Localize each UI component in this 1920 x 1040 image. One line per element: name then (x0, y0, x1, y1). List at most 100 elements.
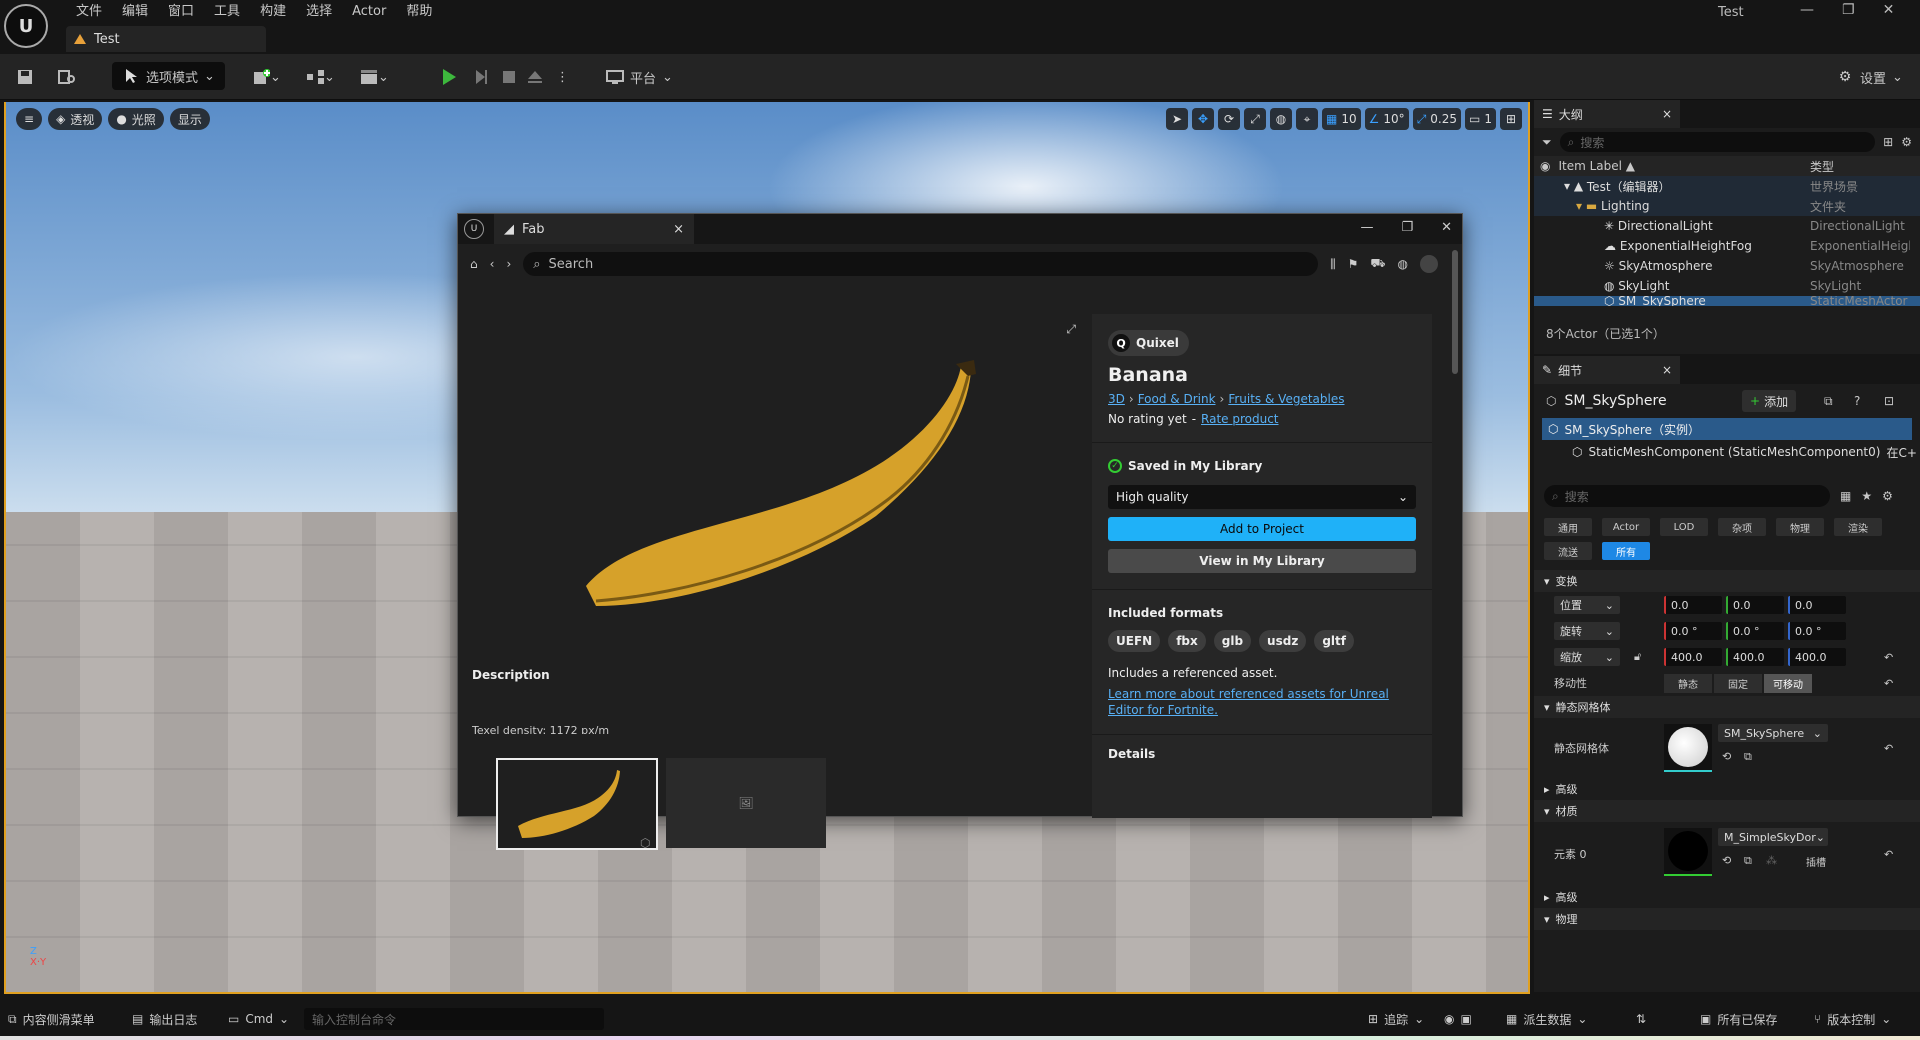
reset-icon[interactable]: ↶ (1884, 677, 1893, 690)
location-z[interactable]: 0.0 (1788, 596, 1846, 614)
eject-button[interactable] (526, 65, 544, 89)
rotation-snap-button[interactable]: ∠ 10° (1364, 108, 1409, 130)
unreal-logo-icon[interactable]: U (4, 4, 48, 48)
back-icon[interactable]: ‹ (490, 257, 495, 271)
output-log-button[interactable]: ▤ 输出日志 (132, 1008, 197, 1030)
menu-select[interactable]: 选择 (296, 2, 342, 22)
reset-icon[interactable]: ↶ (1884, 742, 1893, 755)
add-folder-icon[interactable]: ⊞ (1883, 135, 1893, 149)
project-tab[interactable]: Test (66, 26, 266, 52)
scale-y[interactable]: 400.0 (1726, 648, 1784, 666)
save-all-button[interactable]: ▣ 所有已保存 (1700, 1008, 1777, 1030)
browse-icon[interactable]: ⟲ (1722, 750, 1731, 763)
component-row[interactable]: ⬡ StaticMeshComponent (StaticMeshComponen… (1534, 440, 1920, 464)
scale-z[interactable]: 400.0 (1788, 648, 1846, 666)
format-chip[interactable]: glb (1213, 630, 1252, 652)
fab-tab[interactable]: ◢ Fab × (494, 214, 694, 244)
forward-icon[interactable]: › (506, 257, 511, 271)
play-button[interactable] (440, 65, 458, 89)
thumbnail-banana[interactable] (496, 758, 658, 850)
browse-button[interactable] (58, 65, 76, 89)
close-tab-button[interactable]: × (673, 222, 684, 237)
close-window-button[interactable]: ✕ (1883, 2, 1895, 18)
table-icon[interactable]: ▦ (1840, 489, 1851, 503)
eye-icon[interactable]: ◉ (1540, 159, 1550, 173)
cmd-dropdown[interactable]: ▭ Cmd ⌄ (228, 1008, 289, 1030)
expand-icon[interactable]: ⤢ (1066, 322, 1076, 337)
filter-tab-physics[interactable]: 物理 (1776, 518, 1824, 536)
browse-icon[interactable]: ⟲ (1722, 854, 1731, 867)
record-button[interactable]: ◉ ▣ (1444, 1008, 1472, 1030)
tree-row[interactable]: ▾ ▲ Test（编辑器） 世界场景 (1534, 176, 1920, 196)
close-tab-button[interactable]: × (1662, 107, 1672, 121)
location-y[interactable]: 0.0 (1726, 596, 1784, 614)
lock-icon[interactable]: 🔓︎ (1634, 650, 1641, 664)
menu-tools[interactable]: 工具 (204, 2, 250, 22)
mesh-thumbnail[interactable] (1664, 724, 1712, 772)
material-thumbnail[interactable] (1664, 828, 1712, 876)
perspective-button[interactable]: ◈ 透视 (48, 108, 103, 130)
transform-section-header[interactable]: ▾ 变换 (1534, 570, 1920, 592)
menu-window[interactable]: 窗口 (158, 2, 204, 22)
translate-tool[interactable]: ✥ (1192, 108, 1215, 130)
mobility-movable[interactable]: 可移动 (1764, 673, 1812, 693)
physics-section-header[interactable]: ▾ 物理 (1534, 908, 1920, 930)
show-button[interactable]: 显示 (169, 108, 210, 130)
location-x[interactable]: 0.0 (1664, 596, 1722, 614)
add-actor-button[interactable]: ⌄ (252, 65, 281, 89)
mobility-stationary[interactable]: 固定 (1714, 673, 1762, 693)
source-control-button[interactable]: ⑂ 版本控制 ⌄ (1814, 1008, 1891, 1030)
details-tab[interactable]: ✎ 细节 × (1534, 356, 1680, 384)
fab-scrollbar[interactable] (1452, 250, 1458, 374)
rotation-y[interactable]: 0.0 ° (1726, 622, 1784, 640)
referenced-asset-link[interactable]: Learn more about referenced assets for U… (1108, 686, 1416, 718)
filter-tab-actor[interactable]: Actor (1602, 518, 1650, 536)
lighting-button[interactable]: ● 光照 (108, 108, 164, 130)
format-chip[interactable]: UEFN (1108, 630, 1161, 652)
trace-dropdown[interactable]: ⊞ 追踪 ⌄ (1368, 1008, 1424, 1030)
location-dropdown[interactable]: 位置 ⌄ (1554, 596, 1620, 614)
layout-button[interactable]: ⊞ (1500, 108, 1522, 130)
mobility-static[interactable]: 静态 (1664, 673, 1712, 693)
scale-tool[interactable]: ⤢ (1244, 108, 1267, 130)
tree-row[interactable]: ▾ ▬ Lighting 文件夹 (1534, 196, 1920, 216)
menu-file[interactable]: 文件 (66, 2, 112, 22)
reset-icon[interactable]: ↶ (1884, 848, 1893, 861)
breadcrumb-fruits[interactable]: Fruits & Vegetables (1228, 392, 1344, 406)
star-icon[interactable]: ★ (1861, 489, 1872, 503)
globe-icon[interactable]: ◍ (1398, 257, 1408, 271)
viewport-menu-button[interactable]: ≡ (16, 108, 43, 130)
filter-tab-misc[interactable]: 杂项 (1718, 518, 1766, 536)
tree-row[interactable]: ☼ SkyAtmosphere SkyAtmosphere (1534, 256, 1920, 276)
3d-view-icon[interactable]: ⬡ (640, 836, 650, 850)
platform-dropdown[interactable]: 平台 ⌄ (606, 65, 673, 89)
scale-snap-button[interactable]: ⤢ 0.25 (1412, 108, 1462, 130)
filter-icon[interactable]: ⏷ (1542, 135, 1552, 150)
format-chip[interactable]: usdz (1259, 630, 1307, 652)
breadcrumb-3d[interactable]: 3D (1108, 392, 1125, 406)
filter-tab-all[interactable]: 所有 (1602, 542, 1650, 560)
stop-button[interactable] (500, 65, 518, 89)
use-selected-icon[interactable]: ⧉ (1744, 750, 1752, 764)
advanced-2-header[interactable]: ▸ 高级 (1534, 886, 1920, 908)
select-tool[interactable]: ➤ (1166, 108, 1189, 130)
menu-help[interactable]: 帮助 (396, 2, 442, 22)
filter-tab-lod[interactable]: LOD (1660, 518, 1708, 536)
blueprint-icon[interactable]: ⧉ (1824, 394, 1833, 409)
surface-snap-button[interactable]: ⌖ (1296, 108, 1319, 130)
derived-data-dropdown[interactable]: ▦ 派生数据 ⌄ (1506, 1008, 1587, 1030)
blueprint-button[interactable]: ⌄ (306, 65, 335, 89)
rotate-tool[interactable]: ⟳ (1218, 108, 1241, 130)
instance-row[interactable]: ⬡ SM_SkySphere（实例） (1542, 418, 1912, 440)
filter-tab-streaming[interactable]: 流送 (1544, 542, 1592, 560)
settings-dropdown[interactable]: ⚙ 设置 ⌄ (1836, 65, 1903, 89)
col-item-label[interactable]: Item Label ▲ (1558, 159, 1635, 173)
rotation-dropdown[interactable]: 旋转 ⌄ (1554, 622, 1620, 640)
scale-x[interactable]: 400.0 (1664, 648, 1722, 666)
rate-product-link[interactable]: Rate product (1201, 412, 1278, 426)
tree-row-selected[interactable]: ⬡ SM_SkySphere StaticMeshActor (1534, 296, 1920, 306)
sync-button[interactable]: ⇅ (1636, 1008, 1646, 1030)
save-button[interactable] (16, 65, 34, 89)
bookmark-icon[interactable]: ⚑ (1348, 257, 1359, 271)
menu-build[interactable]: 构建 (250, 2, 296, 22)
